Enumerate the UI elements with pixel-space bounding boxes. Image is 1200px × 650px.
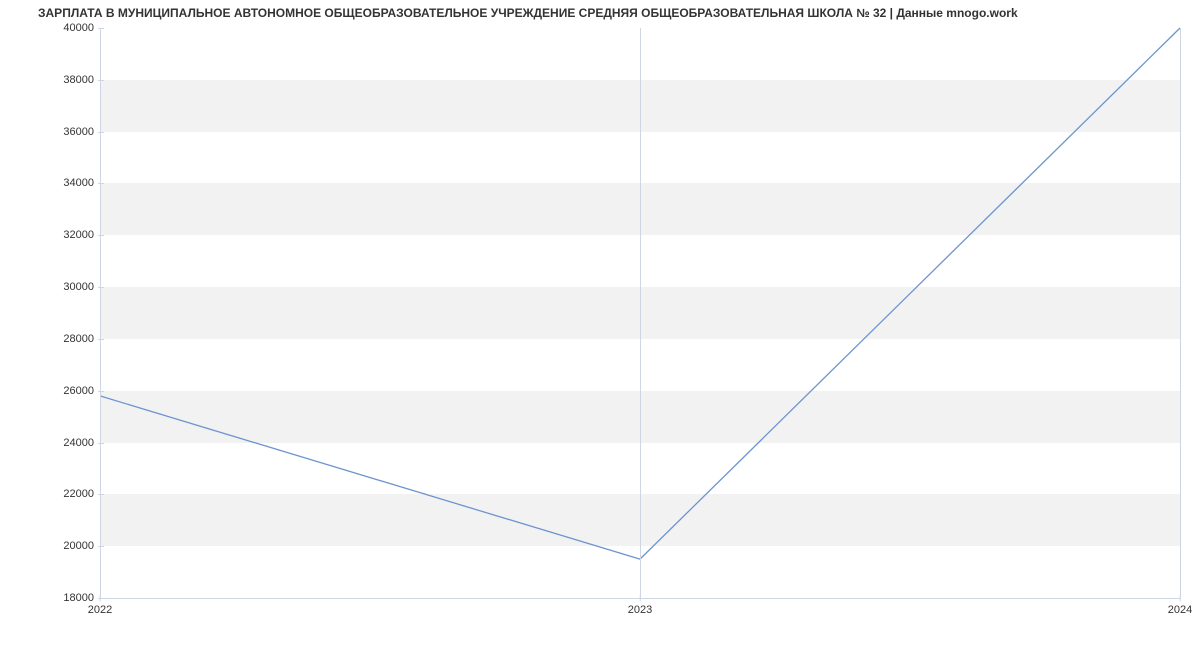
y-tick-label: 34000 [4,177,94,189]
y-tick-label: 26000 [4,385,94,397]
chart-title: ЗАРПЛАТА В МУНИЦИПАЛЬНОЕ АВТОНОМНОЕ ОБЩЕ… [38,6,1018,20]
chart-container: ЗАРПЛАТА В МУНИЦИПАЛЬНОЕ АВТОНОМНОЕ ОБЩЕ… [0,0,1200,650]
y-tick-label: 38000 [4,74,94,86]
y-tick-label: 28000 [4,333,94,345]
y-tick-label: 32000 [4,229,94,241]
y-tick-label: 30000 [4,281,94,293]
x-tick-label: 2023 [628,604,652,616]
x-tick-label: 2024 [1168,604,1192,616]
x-gridline [100,28,101,598]
y-tick-label: 22000 [4,488,94,500]
y-tick-label: 40000 [4,22,94,34]
x-gridline [1180,28,1181,598]
y-tick-label: 20000 [4,540,94,552]
x-tick-label: 2022 [88,604,112,616]
x-gridline [640,28,641,598]
y-tick-label: 36000 [4,126,94,138]
y-tick-label: 24000 [4,437,94,449]
y-tick-label: 18000 [4,592,94,604]
